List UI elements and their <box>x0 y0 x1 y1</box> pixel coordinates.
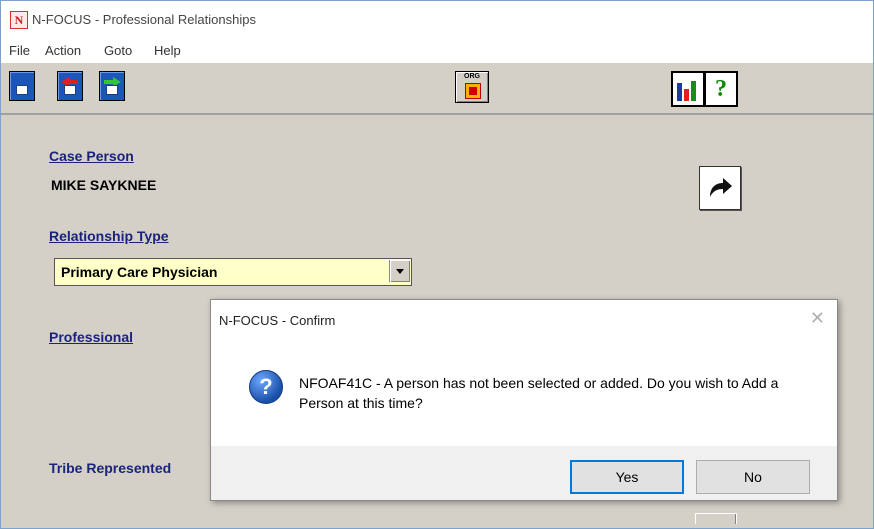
menu-bar: File Action Goto Help <box>1 35 873 63</box>
forward-arrow-shaft <box>104 80 114 84</box>
question-icon: ? <box>249 370 283 404</box>
title-bar: N N-FOCUS - Professional Relationships <box>1 1 873 35</box>
window-icon <box>64 85 76 95</box>
professional-label: Professional <box>49 329 134 345</box>
no-button[interactable]: No <box>696 460 810 494</box>
org-button[interactable]: ORG <box>455 71 489 103</box>
chevron-down-icon[interactable] <box>389 260 410 282</box>
app-window: N N-FOCUS - Professional Relationships F… <box>0 0 874 529</box>
bar-chart-bar <box>691 81 696 101</box>
toolbar <box>1 63 873 115</box>
back-arrow-shaft <box>68 80 78 84</box>
dialog-title: N-FOCUS - Confirm <box>219 313 336 328</box>
forward-arrow-icon <box>710 178 732 197</box>
chart-button[interactable] <box>671 71 705 107</box>
window-button[interactable] <box>9 71 35 101</box>
relationship-type-label: Relationship Type <box>49 228 169 244</box>
app-logo-icon: N <box>10 11 28 29</box>
back-button[interactable] <box>57 71 83 101</box>
relationship-type-value: Primary Care Physician <box>61 264 218 280</box>
confirm-dialog: N-FOCUS - Confirm ✕ ? NFOAF41C - A perso… <box>210 299 838 501</box>
navigate-button[interactable] <box>699 166 741 210</box>
bar-chart-bar <box>684 89 689 101</box>
case-person-value: MIKE SAYKNEE <box>51 177 157 193</box>
help-icon: ? <box>715 76 727 102</box>
window-title: N-FOCUS - Professional Relationships <box>32 12 256 27</box>
toolbar-divider <box>1 113 873 115</box>
partial-button[interactable] <box>695 513 737 524</box>
case-person-label: Case Person <box>49 148 134 164</box>
window-icon <box>106 85 118 95</box>
forward-button[interactable] <box>99 71 125 101</box>
menu-file[interactable]: File <box>9 43 30 58</box>
window-icon <box>16 85 28 95</box>
dialog-message: NFOAF41C - A person has not been selecte… <box>299 375 779 411</box>
bar-chart-icon <box>677 83 682 101</box>
question-symbol: ? <box>259 374 273 399</box>
org-chart-icon <box>465 83 481 99</box>
menu-goto[interactable]: Goto <box>104 43 132 58</box>
help-button[interactable]: ? <box>704 71 738 107</box>
close-icon[interactable]: ✕ <box>810 308 825 329</box>
tribe-represented-label: Tribe Represented <box>49 460 172 476</box>
menu-help[interactable]: Help <box>154 43 181 58</box>
relationship-type-select[interactable]: Primary Care Physician <box>54 258 412 286</box>
org-label: ORG <box>464 73 480 80</box>
yes-button[interactable]: Yes <box>570 460 684 494</box>
menu-action[interactable]: Action <box>45 43 81 58</box>
